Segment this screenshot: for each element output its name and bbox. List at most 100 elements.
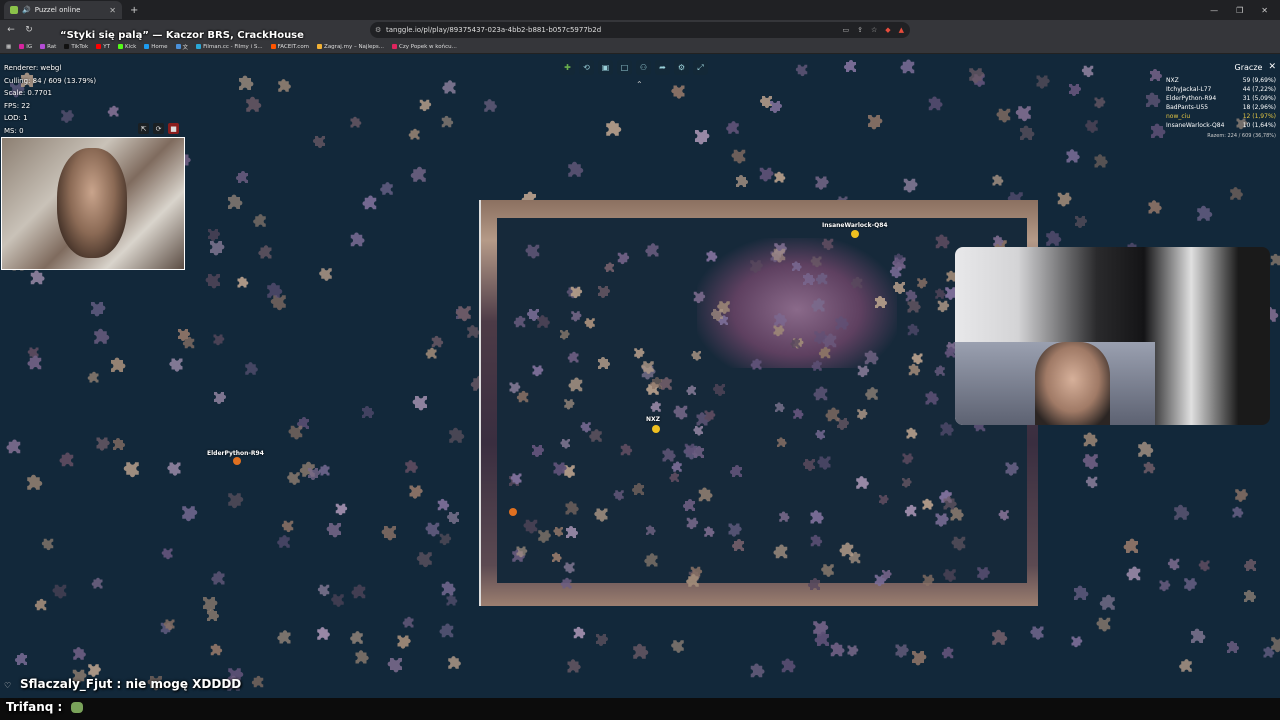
back-icon[interactable]: ← xyxy=(4,25,18,35)
puzzle-piece[interactable] xyxy=(578,414,595,435)
puzzle-piece[interactable] xyxy=(940,560,961,585)
puzzle-piece[interactable] xyxy=(1089,151,1111,177)
puzzle-piece[interactable] xyxy=(452,296,477,325)
puzzle-piece[interactable] xyxy=(400,457,421,482)
puzzle-piece[interactable] xyxy=(328,585,349,610)
fullscreen-icon[interactable]: ⤢ xyxy=(693,60,708,75)
puzzle-piece[interactable] xyxy=(427,333,446,356)
puzzle-piece[interactable] xyxy=(273,76,294,101)
browser-tab[interactable]: 🔊 Puzzel online ✕ xyxy=(4,1,122,19)
puzzle-piece[interactable] xyxy=(544,457,570,479)
puzzle-piece[interactable] xyxy=(902,296,924,322)
puzzle-piece[interactable] xyxy=(24,352,51,375)
address-bar[interactable]: ⚙ tanggle.io/pl/play/89375437-023a-4bb2-… xyxy=(370,22,910,38)
puzzle-piece[interactable] xyxy=(558,575,580,593)
puzzle-piece[interactable] xyxy=(859,347,882,374)
puzzle-piece[interactable] xyxy=(348,581,375,604)
puzzle-piece[interactable] xyxy=(169,324,193,344)
puzzle-piece[interactable] xyxy=(591,499,613,525)
puzzle-piece[interactable] xyxy=(670,396,693,423)
puzzle-piece[interactable] xyxy=(233,168,257,188)
puzzle-piece[interactable] xyxy=(693,484,716,511)
bookmark-item[interactable]: Home xyxy=(144,44,168,50)
puzzle-piece[interactable] xyxy=(723,118,748,139)
puzzle-piece[interactable] xyxy=(710,375,730,399)
puzzle-piece[interactable] xyxy=(1259,644,1277,666)
puzzle-piece[interactable] xyxy=(871,491,891,507)
puzzle-piece[interactable] xyxy=(968,562,993,583)
puzzle-piece[interactable] xyxy=(202,264,226,292)
puzzle-piece[interactable] xyxy=(161,611,179,633)
puzzle-piece[interactable] xyxy=(548,550,564,570)
puzzle-piece[interactable] xyxy=(562,158,587,187)
puzzle-piece[interactable] xyxy=(261,279,286,308)
puzzle-piece[interactable] xyxy=(642,523,658,543)
puzzle-piece[interactable] xyxy=(1027,617,1049,643)
puzzle-piece[interactable] xyxy=(616,441,635,464)
scoreboard-close-icon[interactable]: ✕ xyxy=(1268,62,1276,72)
puzzle-piece[interactable] xyxy=(668,631,689,656)
puzzle-piece[interactable] xyxy=(436,578,459,605)
puzzle-piece[interactable] xyxy=(930,231,953,258)
puzzle-piece[interactable] xyxy=(851,473,872,498)
puzzle-piece[interactable] xyxy=(897,56,924,79)
puzzle-piece[interactable] xyxy=(765,321,787,339)
puzzle-piece[interactable] xyxy=(685,287,708,306)
puzzle-piece[interactable] xyxy=(274,532,299,553)
puzzle-piece[interactable] xyxy=(819,230,838,253)
puzzle-piece[interactable] xyxy=(932,363,953,380)
puzzle-piece[interactable] xyxy=(400,480,426,502)
puzzle-piece[interactable] xyxy=(218,487,247,512)
puzzle-piece[interactable] xyxy=(813,270,836,289)
puzzle-piece[interactable] xyxy=(841,57,865,77)
puzzle-piece[interactable] xyxy=(105,103,127,121)
puzzle-piece[interactable] xyxy=(806,532,825,555)
puzzle-piece[interactable] xyxy=(894,474,914,490)
puzzle-piece[interactable] xyxy=(1083,468,1102,491)
puzzle-piece[interactable] xyxy=(522,235,545,262)
puzzle-piece[interactable] xyxy=(1012,96,1037,125)
puzzle-piece[interactable] xyxy=(805,326,830,347)
minimize-icon[interactable]: — xyxy=(1210,6,1218,15)
collapse-chevron-icon[interactable]: ⌃ xyxy=(636,80,643,89)
puzzle-piece[interactable] xyxy=(56,449,83,472)
puzzle-piece[interactable] xyxy=(81,296,109,320)
share-page-icon[interactable]: ⇪ xyxy=(857,26,863,34)
puzzle-piece[interactable] xyxy=(696,406,718,424)
puzzle-piece[interactable] xyxy=(678,513,701,532)
puzzle-piece[interactable] xyxy=(400,614,422,632)
puzzle-piece[interactable] xyxy=(902,502,925,521)
puzzle-piece[interactable] xyxy=(1151,576,1173,594)
puzzle-piece[interactable] xyxy=(255,242,281,264)
sync-icon[interactable]: ⟳ xyxy=(153,123,164,134)
puzzle-piece[interactable] xyxy=(771,400,787,420)
bookmark-item[interactable]: Filman.cc - Filmy i S... xyxy=(196,44,263,50)
puzzle-piece[interactable] xyxy=(1068,582,1092,610)
puzzle-piece[interactable] xyxy=(761,96,785,116)
puzzle-piece[interactable] xyxy=(523,440,547,460)
puzzle-piece[interactable] xyxy=(345,229,368,256)
puzzle-piece[interactable] xyxy=(508,465,526,487)
puzzle-piece[interactable] xyxy=(1096,591,1125,616)
puzzle-piece[interactable] xyxy=(609,248,632,267)
puzzle-piece[interactable] xyxy=(1143,197,1165,223)
puzzle-piece[interactable] xyxy=(862,384,887,405)
puzzle-piece[interactable] xyxy=(285,416,308,443)
puzzle-piece[interactable] xyxy=(569,624,588,647)
puzzle-piece[interactable] xyxy=(411,95,434,114)
puzzle-piece[interactable] xyxy=(443,653,464,678)
puzzle-piece[interactable] xyxy=(563,307,584,324)
puzzle-piece[interactable] xyxy=(508,542,530,560)
puzzle-piece[interactable] xyxy=(648,399,669,416)
puzzle-piece[interactable] xyxy=(3,436,30,459)
puzzle-piece[interactable] xyxy=(789,406,806,427)
puzzle-piece[interactable] xyxy=(85,369,107,387)
puzzle-piece[interactable] xyxy=(565,374,592,397)
puzzle-piece[interactable] xyxy=(233,274,251,296)
bookmark-item[interactable]: YT xyxy=(96,44,110,50)
puzzle-piece[interactable] xyxy=(562,282,585,301)
puzzle-piece[interactable] xyxy=(87,432,113,454)
apps-grid-icon[interactable]: ▦ xyxy=(6,44,11,50)
reload-icon[interactable]: ↻ xyxy=(22,25,36,35)
bookmark-item[interactable]: FACEIT.com xyxy=(270,44,309,50)
